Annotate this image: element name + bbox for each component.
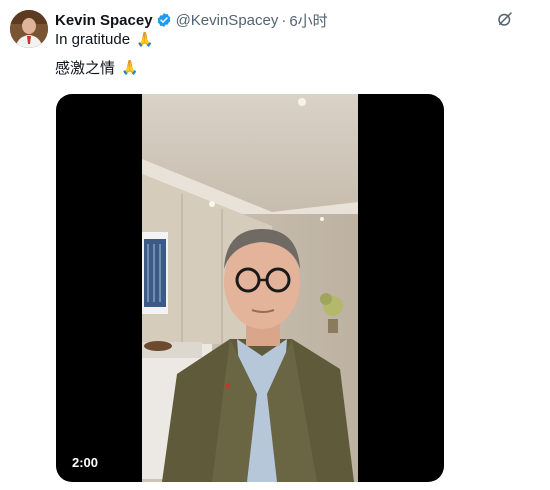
video-duration: 2:00 xyxy=(72,455,99,470)
tweet-text-line-2: 感激之情 🙏 xyxy=(55,57,138,78)
tweet-header: Kevin Spacey @KevinSpacey · 6小时 xyxy=(55,10,328,30)
author-avatar[interactable] xyxy=(10,10,48,48)
verified-badge-icon[interactable] xyxy=(156,12,172,28)
tweet-text-line-1: In gratitude 🙏 xyxy=(55,31,154,48)
tweet-text-english: In gratitude xyxy=(55,31,131,48)
folded-hands-icon: 🙏 xyxy=(136,31,154,48)
grok-icon[interactable] xyxy=(496,10,514,28)
author-handle[interactable]: @KevinSpacey xyxy=(176,12,279,29)
author-name[interactable]: Kevin Spacey xyxy=(55,12,153,29)
folded-hands-icon: 🙏 xyxy=(121,59,139,76)
separator-dot: · xyxy=(281,11,287,29)
video-player[interactable]: 2:00 xyxy=(56,94,444,482)
video-thumbnail xyxy=(142,94,358,482)
tweet-text-chinese: 感激之情 xyxy=(55,60,116,77)
tweet-timestamp[interactable]: 6小时 xyxy=(289,10,327,31)
